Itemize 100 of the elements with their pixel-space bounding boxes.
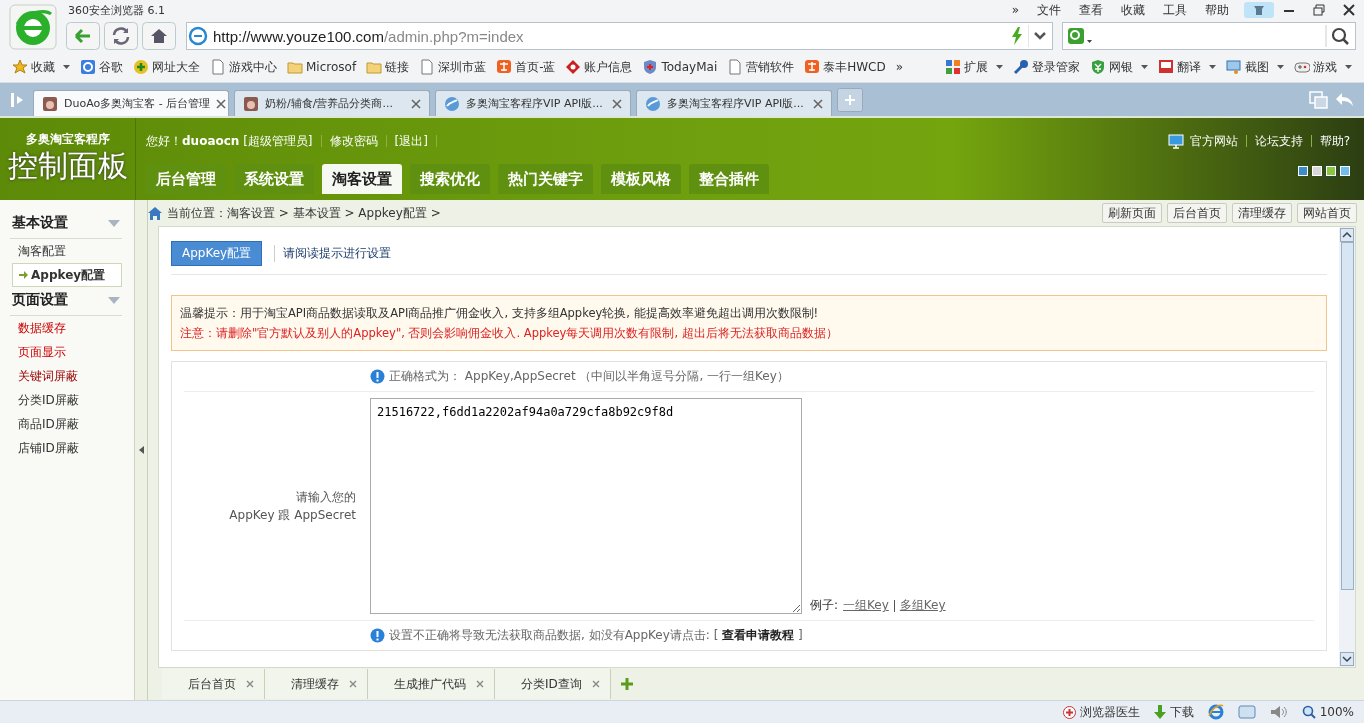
- sidebar-heading[interactable]: 基本设置: [10, 210, 122, 239]
- dictionary-icon: [1158, 59, 1174, 75]
- caret-icon[interactable]: [1345, 65, 1352, 69]
- address-bar[interactable]: http://www.youze100.com/admin.php?m=index: [186, 22, 1053, 50]
- sidebar-item[interactable]: 店铺ID屏蔽: [0, 436, 134, 460]
- collapse-handle[interactable]: [135, 200, 148, 700]
- ie-icon[interactable]: [1207, 704, 1224, 720]
- nav-tab[interactable]: 后台管理: [146, 164, 226, 194]
- bottom-tab[interactable]: 分类ID查询: [495, 669, 611, 699]
- sidebar-item[interactable]: 商品ID屏蔽: [0, 412, 134, 436]
- input-field[interactable]: 21516722,f6dd1a2202af94a0a729cfa8b92c9f8d: [370, 398, 802, 614]
- bookmark[interactable]: 游戏中心: [206, 58, 281, 76]
- refresh-button-icon[interactable]: [104, 22, 138, 50]
- caret-icon[interactable]: [996, 65, 1003, 69]
- bookmark[interactable]: 网址大全: [129, 58, 204, 76]
- menu-item[interactable]: 文件: [1037, 1, 1061, 19]
- sidebar-item[interactable]: 页面显示: [0, 340, 134, 364]
- caret-icon[interactable]: [1277, 65, 1284, 69]
- sidebar-item[interactable]: 分类ID屏蔽: [0, 388, 134, 412]
- bookmark[interactable]: 营销软件: [723, 58, 799, 76]
- toolbar-button[interactable]: 翻译: [1154, 58, 1205, 76]
- header-link[interactable]: 官方网站: [1189, 132, 1238, 150]
- skin-button-icon[interactable]: [1244, 2, 1274, 18]
- sidebar-item[interactable]: 淘客配置: [0, 239, 134, 263]
- bookmark[interactable]: 账户信息: [561, 58, 637, 76]
- status-button[interactable]: 下载: [1153, 703, 1194, 721]
- new-tab-button-icon[interactable]: [837, 87, 863, 112]
- bookmark[interactable]: 泰丰HWCD: [800, 58, 890, 76]
- collapse-caret-icon[interactable]: [108, 296, 120, 304]
- scroll-up-icon[interactable]: [1340, 228, 1354, 242]
- search-engine-icon[interactable]: [1066, 27, 1093, 45]
- menu-item[interactable]: 工具: [1163, 1, 1187, 19]
- browser-tab[interactable]: 奶粉/辅食/营养品分类商...: [234, 90, 430, 116]
- nav-tab[interactable]: 系统设置: [234, 164, 314, 194]
- sidebar-item[interactable]: Appkey配置: [12, 263, 122, 287]
- sidebar-item[interactable]: 关键词屏蔽: [0, 364, 134, 388]
- home-button-icon[interactable]: [142, 22, 176, 50]
- nav-tab[interactable]: 整合插件: [689, 164, 769, 194]
- window-icon[interactable]: [1237, 705, 1256, 719]
- browser-tab[interactable]: 多奥淘宝客程序VIP API版...: [435, 90, 631, 116]
- bookmark[interactable]: Microsof: [283, 59, 361, 75]
- menu-item[interactable]: 帮助: [1205, 1, 1229, 19]
- back-button-icon[interactable]: [66, 22, 100, 50]
- bookmark[interactable]: 收藏: [8, 58, 59, 76]
- header-link[interactable]: 论坛支持: [1254, 132, 1303, 150]
- lightning-icon[interactable]: [1009, 27, 1024, 45]
- caret-icon[interactable]: [63, 65, 70, 69]
- zoom-button[interactable]: 100%: [1301, 705, 1354, 719]
- theme-swatch[interactable]: [1326, 166, 1336, 176]
- header-link[interactable]: 帮助?: [1319, 132, 1350, 150]
- shield-coin-icon: [1090, 59, 1106, 75]
- scroll-down-icon[interactable]: [1340, 652, 1354, 666]
- nav-tab[interactable]: 淘客设置: [322, 164, 402, 194]
- sidebar-heading[interactable]: 页面设置: [10, 287, 122, 316]
- toolbar-button[interactable]: 清理缓存: [1232, 203, 1292, 223]
- bookmark[interactable]: 链接: [362, 58, 414, 76]
- caret-icon[interactable]: [1141, 65, 1148, 69]
- theme-swatch[interactable]: [1298, 166, 1308, 176]
- bottom-tab[interactable]: 生成推广代码: [368, 669, 495, 699]
- browser-tab[interactable]: 多奥淘宝客程序VIP API版...: [636, 90, 832, 116]
- nav-tab[interactable]: 搜索优化: [410, 164, 490, 194]
- bookmark[interactable]: 深圳市蓝: [415, 58, 491, 76]
- caret-icon[interactable]: [1209, 65, 1216, 69]
- help-link[interactable]: 查看申请教程: [722, 628, 795, 642]
- header-link[interactable]: 修改密码: [329, 132, 378, 150]
- close-icon[interactable]: [216, 98, 227, 109]
- status-button[interactable]: 浏览器医生: [1062, 703, 1140, 721]
- bookmark[interactable]: »: [891, 60, 908, 74]
- collapse-caret-icon[interactable]: [108, 219, 120, 227]
- add-tab-icon[interactable]: [620, 678, 633, 690]
- bottom-tab[interactable]: 后台首页: [162, 669, 265, 699]
- bookmark[interactable]: 首页-蓝: [492, 58, 560, 76]
- toolbar-button[interactable]: 截图: [1222, 58, 1273, 76]
- toolbar-button[interactable]: 登录管家: [1009, 58, 1084, 76]
- toolbar-button[interactable]: 网站首页: [1297, 203, 1357, 223]
- toolbar-button[interactable]: 刷新页面: [1102, 203, 1162, 223]
- toolbar-button[interactable]: 网银: [1086, 58, 1137, 76]
- theme-swatch[interactable]: [1312, 166, 1322, 176]
- toolbar-button[interactable]: 扩展: [941, 58, 992, 76]
- bookmark[interactable]: 谷歌: [76, 58, 127, 76]
- toolbar-button[interactable]: 后台首页: [1167, 203, 1227, 223]
- search-field[interactable]: [1061, 22, 1356, 50]
- tab-overview-icon[interactable]: [1309, 90, 1329, 109]
- nav-tab[interactable]: 热门关键字: [498, 164, 593, 194]
- theme-swatch[interactable]: [1340, 166, 1350, 176]
- speaker-icon[interactable]: [1269, 705, 1288, 719]
- sidebar-item[interactable]: 数据缓存: [0, 316, 134, 340]
- menu-item[interactable]: 查看: [1079, 1, 1103, 19]
- bottom-tab[interactable]: 清理缓存: [265, 669, 368, 699]
- scrollbar[interactable]: [1339, 227, 1355, 667]
- page-tab[interactable]: AppKey配置: [171, 241, 263, 266]
- example-link[interactable]: 多组Key: [899, 597, 946, 614]
- scroll-thumb[interactable]: [1340, 242, 1354, 590]
- nav-tab[interactable]: 模板风格: [601, 164, 681, 194]
- menu-item[interactable]: 收藏: [1121, 1, 1145, 19]
- menu-item[interactable]: »: [1011, 3, 1019, 17]
- example-link[interactable]: 一组Key: [843, 597, 889, 614]
- toolbar-button[interactable]: 游戏: [1290, 58, 1341, 76]
- browser-tab[interactable]: DuoAo多奥淘宝客 - 后台管理: [33, 90, 229, 116]
- bookmark[interactable]: TodayMai: [638, 59, 722, 75]
